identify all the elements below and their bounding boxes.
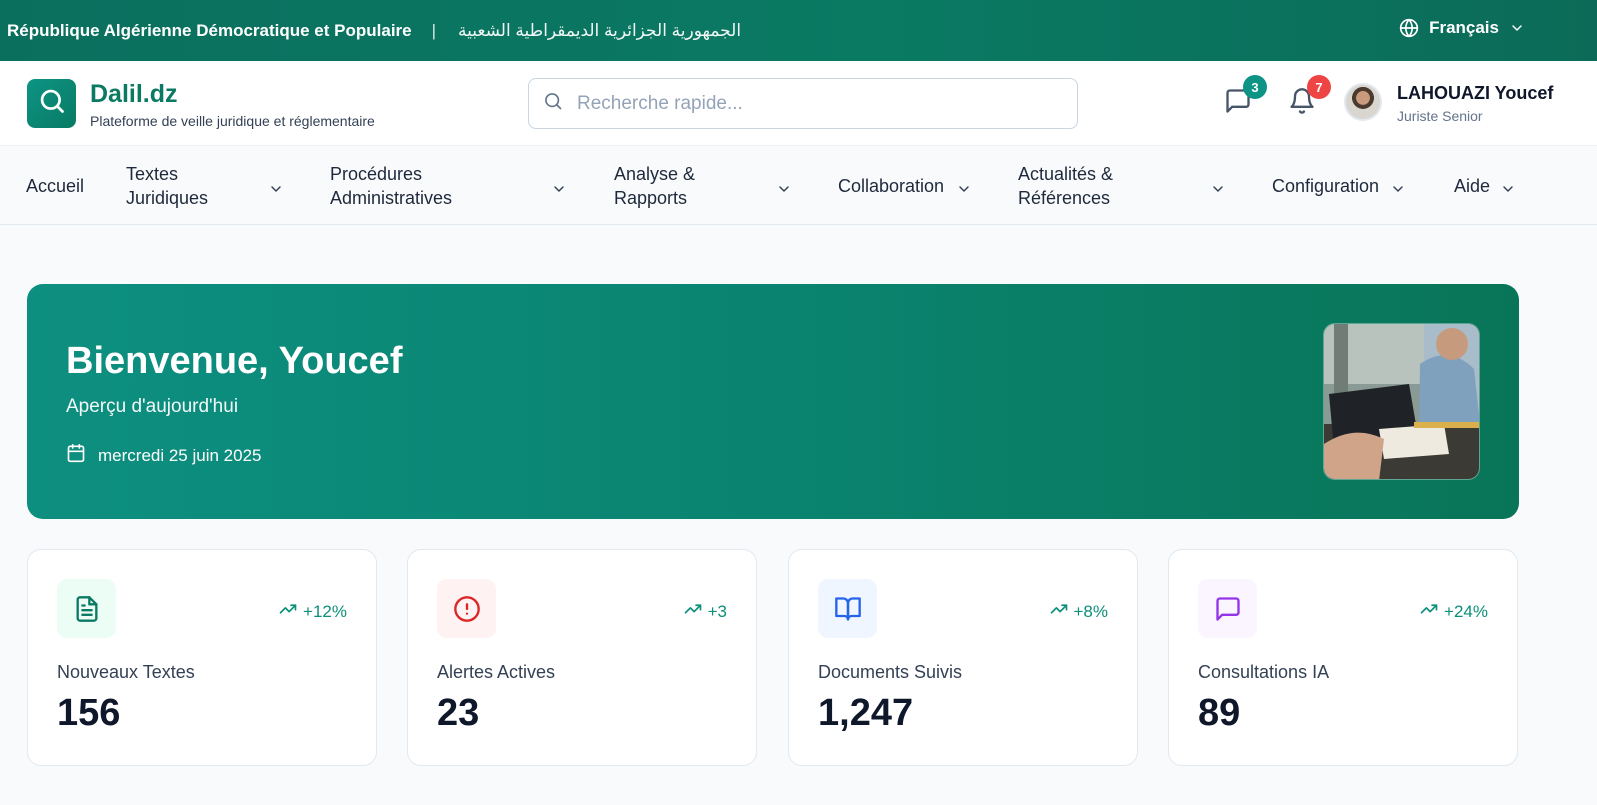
trend-indicator: +24% — [1420, 600, 1488, 623]
language-label: Français — [1429, 18, 1499, 37]
alert-circle-icon — [437, 579, 496, 638]
gov-title-french: République Algérienne Démocratique et Po… — [7, 20, 412, 40]
trend-value: +8% — [1073, 601, 1109, 621]
nav-item-actualites[interactable]: Actualités & Références — [1018, 146, 1228, 226]
stat-label: Alertes Actives — [437, 662, 556, 682]
nav-label: Actualités & Références — [1018, 164, 1114, 208]
trend-value: +24% — [1444, 601, 1488, 621]
message-square-icon — [1224, 89, 1252, 119]
book-open-icon — [818, 579, 877, 638]
language-selector[interactable]: Français — [1399, 18, 1525, 38]
chevron-down-icon — [551, 179, 567, 203]
gov-title-arabic: الجمهورية الجزائرية الديمقراطية الشعبية — [458, 20, 742, 40]
trend-indicator: +3 — [684, 600, 727, 623]
globe-icon — [1399, 18, 1419, 38]
trending-up-icon — [684, 600, 702, 623]
brand-name[interactable]: Dalil.dz — [90, 80, 375, 108]
nav-item-aide[interactable]: Aide — [1454, 146, 1524, 226]
chevron-down-icon — [1500, 179, 1516, 203]
gov-title-separator: | — [431, 20, 437, 40]
nav-item-analyse-rapports[interactable]: Analyse & Rapports — [614, 146, 794, 226]
trend-indicator: +12% — [279, 600, 347, 623]
nav-label: Configuration — [1272, 176, 1380, 196]
user-name: LAHOUAZI Youcef — [1397, 83, 1554, 103]
stat-card-alertes-actives[interactable]: +3 Alertes Actives 23 — [407, 549, 757, 766]
chevron-down-icon — [1509, 20, 1525, 36]
welcome-title: Bienvenue, Youcef — [66, 340, 403, 382]
nav-label: Procédures Administratives — [330, 164, 453, 208]
chevron-down-icon — [268, 179, 284, 203]
document-icon — [57, 579, 116, 638]
stat-card-documents-suivis[interactable]: +8% Documents Suivis 1,247 — [788, 549, 1138, 766]
stat-value: 156 — [57, 692, 121, 734]
trend-value: +3 — [707, 601, 727, 621]
logo[interactable] — [27, 79, 76, 128]
nav-item-collaboration[interactable]: Collaboration — [838, 146, 978, 226]
trending-up-icon — [279, 600, 297, 623]
stat-value: 23 — [437, 692, 480, 734]
user-info[interactable]: LAHOUAZI Youcef Juriste Senior — [1397, 83, 1553, 124]
search-box[interactable] — [528, 78, 1078, 129]
chevron-down-icon — [956, 179, 972, 203]
nav-label: Textes Juridiques — [126, 164, 209, 208]
nav-label: Accueil — [26, 176, 85, 196]
user-role: Juriste Senior — [1397, 108, 1483, 124]
office-photo — [1323, 323, 1480, 480]
messages-badge: 3 — [1243, 75, 1267, 99]
nav-label: Collaboration — [838, 176, 945, 196]
welcome-banner: Bienvenue, Youcef Aperçu d'aujourd'hui m… — [27, 284, 1519, 519]
message-square-icon — [1198, 579, 1257, 638]
chevron-down-icon — [1390, 179, 1406, 203]
nav-item-textes-juridiques[interactable]: Textes Juridiques — [126, 146, 286, 226]
app-header: Dalil.dz Plateforme de veille juridique … — [0, 61, 1597, 145]
stat-value: 1,247 — [818, 692, 914, 734]
avatar[interactable] — [1344, 83, 1382, 121]
current-date: mercredi 25 juin 2025 — [66, 443, 261, 468]
stat-label: Consultations IA — [1198, 662, 1330, 682]
trend-indicator: +8% — [1050, 600, 1109, 623]
bell-icon — [1288, 88, 1316, 119]
calendar-icon — [66, 443, 86, 468]
nav-label: Aide — [1454, 176, 1491, 196]
search-icon — [543, 91, 563, 116]
notifications-badge: 7 — [1307, 75, 1331, 99]
brand: Dalil.dz Plateforme de veille juridique … — [90, 80, 375, 129]
brand-tagline: Plateforme de veille juridique et réglem… — [90, 113, 375, 129]
notifications-button[interactable]: 7 — [1288, 75, 1331, 119]
government-bar: République Algérienne Démocratique et Po… — [0, 0, 1597, 61]
stat-label: Nouveaux Textes — [57, 662, 195, 682]
stat-label: Documents Suivis — [818, 662, 963, 682]
nav-item-accueil[interactable]: Accueil — [26, 146, 84, 226]
chevron-down-icon — [776, 179, 792, 203]
date-text: mercredi 25 juin 2025 — [98, 445, 262, 465]
nav-item-procedures[interactable]: Procédures Administratives — [330, 146, 568, 226]
stat-value: 89 — [1198, 692, 1241, 734]
chevron-down-icon — [1210, 179, 1226, 203]
search-input[interactable] — [577, 92, 1047, 115]
nav-item-configuration[interactable]: Configuration — [1272, 146, 1412, 226]
gov-titles: République Algérienne Démocratique et Po… — [0, 21, 741, 41]
messages-button[interactable]: 3 — [1224, 75, 1267, 119]
nav-label: Analyse & Rapports — [614, 164, 696, 208]
trending-up-icon — [1050, 600, 1068, 623]
stat-card-consultations-ia[interactable]: +24% Consultations IA 89 — [1168, 549, 1518, 766]
trend-value: +12% — [303, 601, 347, 621]
welcome-subtitle: Aperçu d'aujourd'hui — [66, 396, 239, 417]
trending-up-icon — [1420, 600, 1438, 623]
main-navigation: Accueil Textes Juridiques Procédures Adm… — [0, 145, 1597, 225]
search-logo-icon — [38, 87, 66, 120]
stat-card-nouveaux-textes[interactable]: +12% Nouveaux Textes 156 — [27, 549, 377, 766]
